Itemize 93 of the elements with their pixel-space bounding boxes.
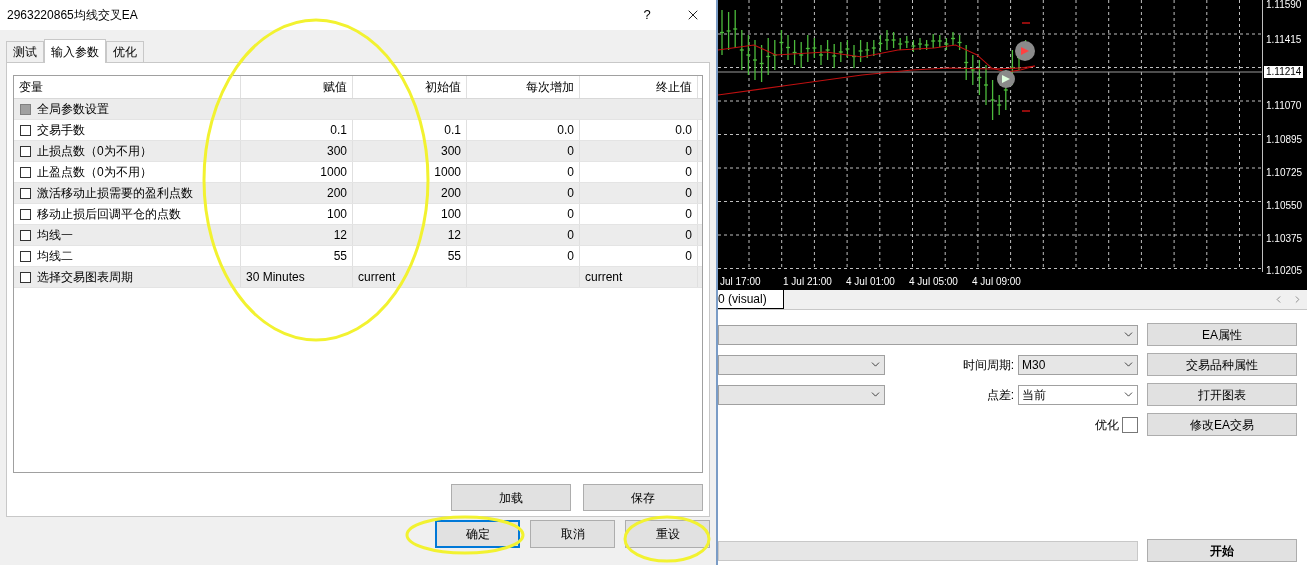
parameter-value: 0.0 [675, 122, 692, 139]
parameter-value: 0 [685, 248, 692, 265]
dropdown-field[interactable]: M30 [1018, 354, 1138, 375]
parameter-value: 55 [447, 248, 461, 265]
parameter-value: 0 [685, 206, 692, 223]
table-action-button[interactable]: 保存 [583, 484, 703, 511]
parameter-value: 0 [567, 185, 574, 202]
dropdown-field[interactable]: 当前 [1018, 384, 1138, 405]
parameter-value: 200 [440, 185, 461, 202]
time-label: 4 Jul 05:00 [909, 274, 959, 289]
row-checkbox[interactable] [20, 250, 31, 262]
side-button[interactable]: EA属性 [1147, 323, 1297, 346]
parameter-value: 0 [567, 164, 574, 181]
parameter-value: 12 [447, 227, 461, 244]
parameter-value: 0 [567, 206, 574, 223]
parameter-value: 0 [685, 164, 692, 181]
parameter-name: 全局参数设置 [37, 101, 109, 118]
parameter-name: 均线一 [37, 227, 73, 244]
parameter-value: 0.0 [557, 122, 574, 139]
side-button[interactable]: 打开图表 [1147, 383, 1297, 406]
dialog-button[interactable]: 重设 [625, 520, 710, 548]
parameter-value: 0 [567, 143, 574, 160]
price-label: 1.10895 [1266, 135, 1303, 145]
parameter-name: 均线二 [37, 248, 73, 265]
parameter-value: 55 [333, 248, 347, 265]
parameter-value: current [358, 269, 396, 286]
time-label: 4 Jul 01:00 [846, 274, 896, 289]
parameter-value: 0.1 [330, 122, 347, 139]
price-label: 1.10550 [1266, 201, 1303, 211]
dialog-button[interactable]: 取消 [530, 520, 615, 548]
parameter-value: 0 [685, 143, 692, 160]
current-price-label: 1.11214 [1264, 66, 1304, 78]
column-header[interactable]: 终止值 [580, 76, 698, 98]
checkbox-label: 优化 [1095, 416, 1119, 434]
optimize-checkbox[interactable] [1122, 416, 1138, 433]
dropdown-field[interactable] [718, 384, 885, 405]
parameter-value: 0.1 [444, 122, 461, 139]
field-label: 点差: [985, 386, 1015, 404]
parameter-value: 300 [326, 143, 347, 160]
parameter-value: 0 [685, 227, 692, 244]
parameter-value: 100 [440, 206, 461, 223]
time-label: 1 Jul 21:00 [783, 274, 833, 289]
column-header[interactable]: 每次增加 [467, 76, 580, 98]
window-title: 2963220865均线交叉EA [7, 7, 139, 24]
time-label: 4 Jul 09:00 [972, 274, 1022, 289]
tab[interactable]: 测试 [6, 41, 44, 62]
price-label: 1.11590 [1266, 0, 1302, 10]
price-label: 1.10205 [1266, 266, 1303, 276]
parameter-name: 止盈点数（0为不用） [37, 164, 152, 181]
row-checkbox[interactable] [20, 187, 31, 199]
dialog-button[interactable]: 确定 [435, 520, 520, 548]
parameter-value: 0 [567, 227, 574, 244]
row-checkbox[interactable] [20, 124, 31, 136]
parameter-value: 1000 [320, 164, 347, 181]
column-header[interactable]: 变量 [14, 76, 241, 98]
side-button[interactable]: 交易品种属性 [1147, 353, 1297, 376]
dropdown-field[interactable] [718, 324, 1138, 345]
price-label: 1.10725 [1266, 168, 1303, 178]
column-header[interactable]: 赋值 [241, 76, 353, 98]
parameter-value: 200 [326, 185, 347, 202]
time-label: Jul 17:00 [720, 274, 762, 289]
parameter-value: 30 Minutes [246, 269, 305, 286]
parameter-name: 激活移动止损需要的盈利点数 [37, 185, 193, 202]
parameter-name: 止损点数（0为不用） [37, 143, 152, 160]
row-checkbox[interactable] [20, 145, 31, 157]
parameter-value: 1000 [434, 164, 461, 181]
parameter-name: 选择交易图表周期 [37, 269, 133, 286]
parameter-value: 12 [333, 227, 347, 244]
price-label: 1.10375 [1266, 234, 1303, 244]
dropdown-field[interactable] [718, 354, 885, 375]
parameter-value: 300 [440, 143, 461, 160]
parameter-value: 100 [326, 206, 347, 223]
parameter-value: 0 [567, 248, 574, 265]
table-action-button[interactable]: 加载 [451, 484, 571, 511]
help-button[interactable]: ? [624, 0, 670, 30]
parameter-value: 0 [685, 185, 692, 202]
parameter-name: 交易手数 [37, 122, 85, 139]
field-label: 时间周期: [961, 356, 1015, 374]
row-checkbox[interactable] [20, 166, 31, 178]
side-button[interactable]: 修改EA交易 [1147, 413, 1297, 436]
parameter-value: current [585, 269, 623, 286]
parameter-name: 移动止损后回调平仓的点数 [37, 206, 181, 223]
column-header[interactable]: 初始值 [353, 76, 467, 98]
row-checkbox[interactable] [20, 103, 31, 115]
row-checkbox[interactable] [20, 229, 31, 241]
tab[interactable]: 输入参数 [44, 39, 106, 63]
row-checkbox[interactable] [20, 271, 31, 283]
price-label: 1.11415 [1266, 35, 1302, 45]
tab[interactable]: 0 (visual) [718, 289, 784, 309]
row-checkbox[interactable] [20, 208, 31, 220]
tab[interactable]: 优化 [106, 41, 144, 62]
side-button[interactable]: 开始 [1147, 539, 1297, 562]
price-label: 1.11070 [1266, 101, 1302, 111]
